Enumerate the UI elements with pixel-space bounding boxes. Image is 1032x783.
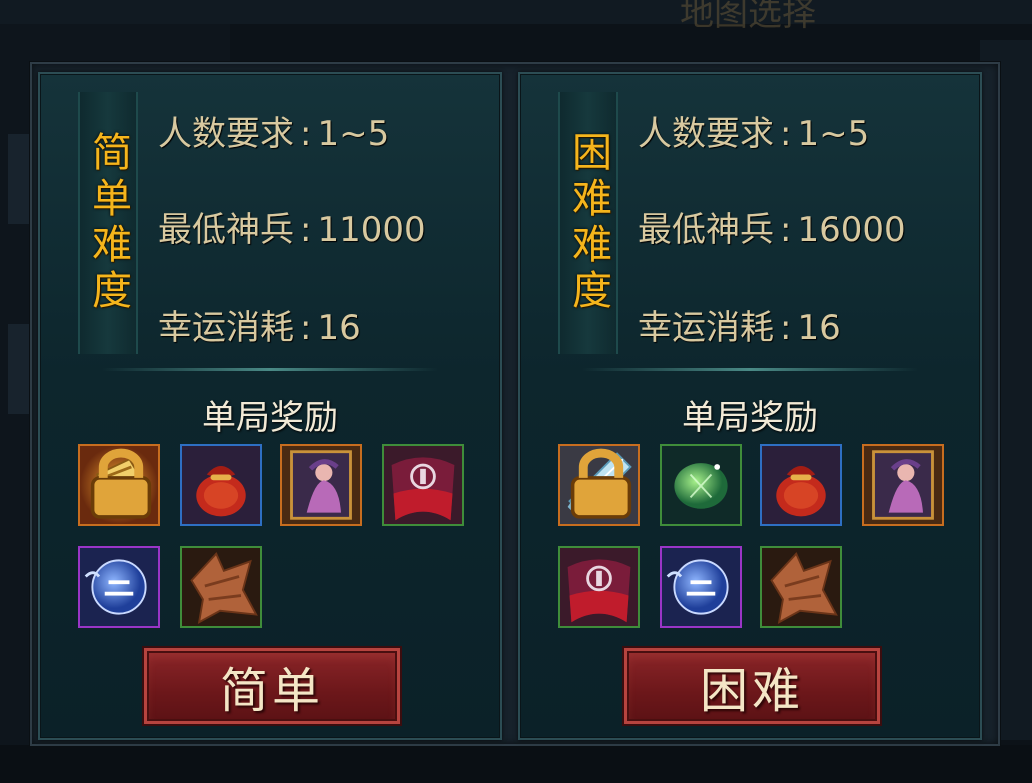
- difficulty-card-easy: 简单难度 人数要求:1~5 最低神兵:11000 幸运消耗:16 单局奖励 简单: [38, 72, 502, 740]
- reward-slot[interactable]: [280, 444, 362, 526]
- difficulty-label: 简单难度: [85, 131, 131, 315]
- stat-label: 人数要求: [158, 114, 294, 154]
- stat-value: 16: [317, 308, 361, 348]
- red-pouch-icon: [182, 446, 260, 524]
- stat-player-count: 人数要求:1~5: [158, 114, 390, 154]
- reward-title: 单局奖励: [682, 398, 818, 438]
- stat-value: 1~5: [317, 114, 390, 154]
- stat-label: 幸运消耗: [158, 308, 294, 348]
- hero-card-icon: [282, 446, 360, 524]
- reward-slot[interactable]: [78, 444, 160, 526]
- reward-slot[interactable]: [78, 546, 160, 628]
- blue-orb-icon: [662, 548, 740, 626]
- stat-luck-cost: 幸运消耗:16: [638, 308, 841, 348]
- stat-label: 最低神兵: [158, 210, 294, 250]
- hard-difficulty-button[interactable]: 困难: [622, 646, 882, 726]
- reward-slot[interactable]: [660, 546, 742, 628]
- reward-slot[interactable]: [760, 444, 842, 526]
- top-bar: 地图选择: [0, 0, 1032, 34]
- reward-slot[interactable]: [660, 444, 742, 526]
- background-strip: [8, 324, 30, 414]
- red-pouch-icon: [762, 446, 840, 524]
- stat-min-weapon: 最低神兵:16000: [638, 210, 906, 250]
- difficulty-label: 困难难度: [565, 131, 611, 315]
- stat-luck-cost: 幸运消耗:16: [158, 308, 361, 348]
- difficulty-label-tag: 简单难度: [78, 92, 138, 354]
- red-banner-icon: [384, 446, 462, 524]
- green-gem-icon: [662, 446, 740, 524]
- reward-slot[interactable]: [180, 546, 262, 628]
- section-divider: [102, 368, 438, 371]
- stat-label: 幸运消耗: [638, 308, 774, 348]
- stat-min-weapon: 最低神兵:11000: [158, 210, 426, 250]
- reward-slot[interactable]: [558, 444, 640, 526]
- easy-difficulty-button[interactable]: 简单: [142, 646, 402, 726]
- stat-value: 1~5: [797, 114, 870, 154]
- red-banner-icon: [560, 548, 638, 626]
- reward-slot[interactable]: [558, 546, 640, 628]
- reward-slot[interactable]: [760, 546, 842, 628]
- background-strip: [8, 134, 30, 224]
- background-title: 地图选择: [680, 0, 816, 34]
- reward-slot[interactable]: [862, 444, 944, 526]
- stat-label: 最低神兵: [638, 210, 774, 250]
- hero-card-icon: [864, 446, 942, 524]
- wood-fragment-icon: [762, 548, 840, 626]
- stat-label: 人数要求: [638, 114, 774, 154]
- lock-icon: [570, 448, 632, 519]
- stat-value: 16000: [797, 210, 906, 250]
- reward-slot[interactable]: [180, 444, 262, 526]
- wood-fragment-icon: [182, 548, 260, 626]
- reward-slot[interactable]: [382, 444, 464, 526]
- blue-orb-icon: [80, 548, 158, 626]
- difficulty-label-tag: 困难难度: [558, 92, 618, 354]
- stat-value: 11000: [317, 210, 426, 250]
- section-divider: [582, 368, 918, 371]
- lock-icon: [90, 448, 152, 519]
- background-bottom: [0, 745, 1032, 783]
- reward-title: 单局奖励: [202, 398, 338, 438]
- stat-player-count: 人数要求:1~5: [638, 114, 870, 154]
- stat-value: 16: [797, 308, 841, 348]
- difficulty-card-hard: 困难难度 人数要求:1~5 最低神兵:16000 幸运消耗:16 单局奖励 困难: [518, 72, 982, 740]
